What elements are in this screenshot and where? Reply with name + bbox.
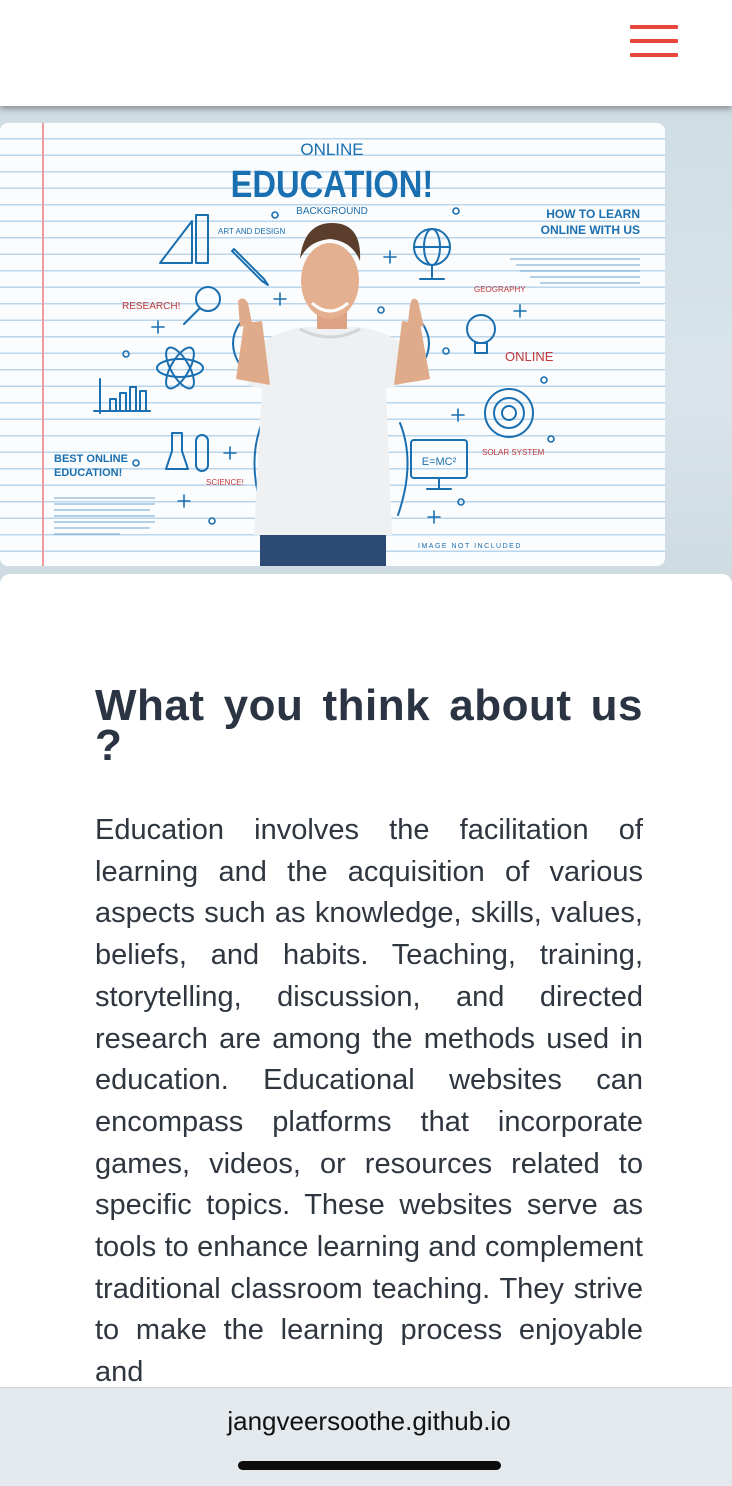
light-bulb-icon <box>466 314 496 354</box>
hero-image: ONLINE EDUCATION! BACKGROUND ART AND DES… <box>0 123 665 566</box>
set-square-icon <box>159 220 193 264</box>
browser-url-bar[interactable]: jangveersoothe.github.io <box>0 1387 732 1486</box>
label-how-to-learn-2: ONLINE WITH US <box>541 223 640 237</box>
formula-text: E=MC² <box>422 456 457 468</box>
label-science: SCIENCE! <box>206 478 244 487</box>
bar-chart-icon <box>93 378 151 414</box>
hero-title: EDUCATION! <box>231 163 434 206</box>
hero-online-top: ONLINE <box>300 140 363 159</box>
label-image-not-included: IMAGE NOT INCLUDED <box>418 543 522 550</box>
label-solar-system: SOLAR SYSTEM <box>482 448 545 457</box>
label-geography: GEOGRAPHY <box>474 285 526 294</box>
label-best-online-2: EDUCATION! <box>54 467 122 479</box>
pencil-icon <box>231 248 269 286</box>
globe-icon <box>413 228 451 280</box>
ruler-icon <box>195 214 209 264</box>
label-art-and-design: ART AND DESIGN <box>218 227 286 236</box>
article-heading: What you think about us ? <box>95 681 643 770</box>
label-research: RESEARCH! <box>122 301 180 312</box>
site-header <box>0 0 732 106</box>
filler-text-left <box>54 497 155 535</box>
test-tube-icon <box>195 434 209 472</box>
solar-system-icon <box>484 388 534 438</box>
education-illustration: ONLINE EDUCATION! BACKGROUND ART AND DES… <box>54 140 640 566</box>
hamburger-menu-icon[interactable] <box>628 22 680 62</box>
article-body: Education involves the facilitation of l… <box>95 814 643 1389</box>
label-online: ONLINE <box>505 349 554 364</box>
url-text[interactable]: jangveersoothe.github.io <box>0 1406 732 1437</box>
main-content: What you think about us ? Education invo… <box>0 574 732 1485</box>
student-thumbs-up-photo <box>236 223 430 566</box>
label-how-to-learn-1: HOW TO LEARN <box>546 207 640 221</box>
atom-icon <box>156 346 204 390</box>
home-indicator[interactable] <box>238 1461 501 1470</box>
hero-background-label: BACKGROUND <box>296 206 368 217</box>
label-best-online-1: BEST ONLINE <box>54 453 128 465</box>
flask-icon <box>165 432 189 470</box>
filler-text-right <box>510 258 640 284</box>
